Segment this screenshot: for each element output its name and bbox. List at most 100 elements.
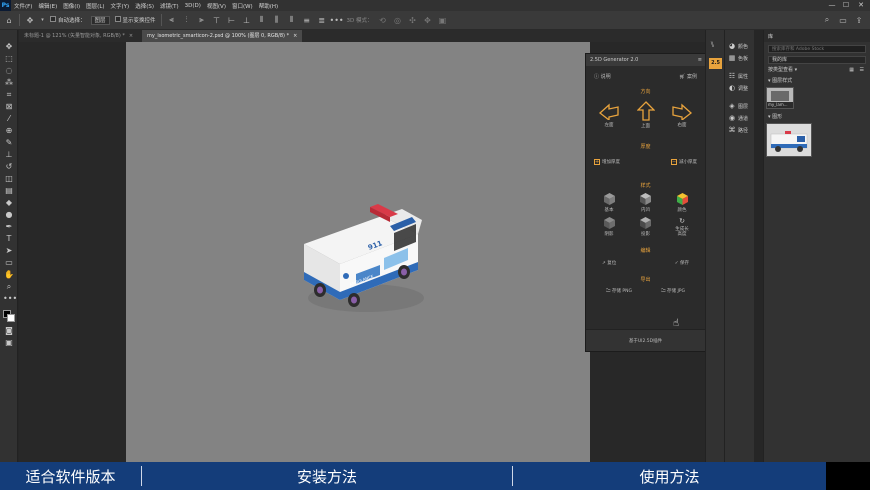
close-window-button[interactable]: ✕	[855, 0, 867, 11]
add-thickness-button[interactable]: + 增加厚度	[594, 159, 620, 165]
paths-panel-button[interactable]: ⌘ 路径	[728, 126, 749, 134]
menu-view[interactable]: 视图(V)	[204, 2, 229, 10]
channels-panel-button[interactable]: ◉ 通道	[728, 114, 748, 122]
more-tools-icon[interactable]: •••	[3, 294, 17, 304]
dodge-tool-icon[interactable]: ●	[3, 210, 15, 220]
lasso-tool-icon[interactable]: ◌	[3, 66, 15, 76]
brush-tool-icon[interactable]: ✎	[3, 138, 15, 148]
adjustments-panel-button[interactable]: ◐ 调整	[728, 84, 748, 92]
align-left-icon[interactable]: ⫷	[167, 15, 177, 25]
left-face-button[interactable]: 左面	[594, 102, 624, 128]
align-center-icon[interactable]: ⫶	[182, 15, 192, 25]
move-tool-icon[interactable]: ✥	[25, 15, 35, 25]
color-panel-button[interactable]: ◕ 颜色	[728, 42, 748, 50]
3d-pan-icon[interactable]: ✣	[408, 15, 418, 25]
history-panel-icon[interactable]: ⑊	[710, 40, 715, 49]
minimize-button[interactable]: —	[826, 0, 838, 11]
libraries-tab[interactable]: 库	[764, 30, 870, 42]
style-generate-button[interactable]: ↻ 生成长 高度	[667, 217, 697, 237]
menu-file[interactable]: 文件(F)	[11, 2, 35, 10]
style-color-button[interactable]: 颜色	[667, 193, 697, 213]
history-brush-icon[interactable]: ↺	[3, 162, 15, 172]
show-transform-checkbox[interactable]: 显示变换控件	[114, 16, 156, 24]
chevron-down-icon[interactable]: ▾	[40, 15, 45, 25]
healing-tool-icon[interactable]: ⊕	[3, 126, 15, 136]
style-shadow-button[interactable]: 阴影	[594, 217, 624, 237]
layer-style-thumbnail[interactable]: my_lam...	[766, 87, 794, 109]
menu-help[interactable]: 帮助(H)	[256, 2, 281, 10]
top-face-button[interactable]: 上面	[631, 101, 661, 129]
menu-layer[interactable]: 图层(L)	[83, 2, 107, 10]
close-icon[interactable]: ×	[293, 33, 297, 39]
pen-tool-icon[interactable]: ✒	[3, 222, 15, 232]
distribute-bottom-icon[interactable]: ≣	[317, 15, 327, 25]
case-button[interactable]: 🛒︎ 案例	[679, 73, 697, 80]
frame-tool-icon[interactable]: ⊠	[3, 102, 15, 112]
sort-by-type-dropdown[interactable]: 按类型查看 ▾ ▦ ☰	[764, 66, 870, 75]
marquee-tool-icon[interactable]: ⬚	[3, 54, 15, 64]
rectangle-tool-icon[interactable]: ▭	[3, 258, 15, 268]
menu-edit[interactable]: 编辑(E)	[35, 2, 60, 10]
style-inner-button[interactable]: 内凹	[631, 193, 661, 213]
align-bottom-icon[interactable]: ⊥	[242, 15, 252, 25]
workspace-icon[interactable]: ▭	[838, 15, 848, 25]
grid-view-icon[interactable]: ▦	[849, 66, 854, 75]
menu-type[interactable]: 文字(Y)	[108, 2, 133, 10]
crop-tool-icon[interactable]: ⌗	[3, 90, 15, 100]
screen-mode-icon[interactable]: ▣	[3, 338, 15, 348]
background-color-swatch[interactable]	[7, 314, 15, 322]
menu-select[interactable]: 选择(S)	[132, 2, 157, 10]
distribute-top-icon[interactable]: ≡	[302, 15, 312, 25]
style-basic-button[interactable]: 基本	[594, 193, 624, 213]
properties-panel-button[interactable]: ☷ 属性	[728, 72, 748, 80]
reset-button[interactable]: ↗ 复位	[602, 260, 616, 266]
eraser-tool-icon[interactable]: ◫	[3, 174, 15, 184]
distribute-left-icon[interactable]: ⫴	[257, 15, 267, 25]
blur-tool-icon[interactable]: ◆	[3, 198, 15, 208]
layer-styles-section-header[interactable]: ▾ 图层样式	[764, 77, 870, 86]
swatches-panel-button[interactable]: ▦ 色板	[728, 54, 748, 62]
type-tool-icon[interactable]: T	[3, 234, 15, 244]
reduce-thickness-button[interactable]: − 减小厚度	[671, 159, 697, 165]
distribute-right-icon[interactable]: ⫴	[287, 15, 297, 25]
menu-image[interactable]: 图像(I)	[60, 2, 83, 10]
panel-menu-icon[interactable]: ≡	[698, 57, 702, 63]
graphics-section-header[interactable]: ▾ 图形	[764, 113, 870, 122]
search-icon[interactable]: ⌕	[822, 15, 832, 25]
menu-3d[interactable]: 3D(D)	[182, 3, 204, 9]
layers-panel-button[interactable]: ◈ 图层	[728, 102, 748, 110]
list-view-icon[interactable]: ☰	[860, 66, 864, 75]
zoom-tool-icon[interactable]: ⌕	[3, 282, 15, 292]
right-face-button[interactable]: 右面	[667, 102, 697, 128]
move-tool-icon[interactable]: ✥	[3, 42, 15, 52]
export-png-button[interactable]: 🗀︎ 存储 PNG	[606, 287, 632, 295]
tab-untitled-1[interactable]: 未标题-1 @ 121% (矢量智能对象, RGB/8) * ×	[19, 30, 142, 42]
eyedropper-tool-icon[interactable]: ⁄	[3, 114, 15, 124]
help-button[interactable]: ⓘ 说明	[594, 73, 611, 80]
path-select-tool-icon[interactable]: ➤	[3, 246, 15, 256]
distribute-center-icon[interactable]: ⫼	[272, 15, 282, 25]
library-select-dropdown[interactable]: 我的库	[768, 56, 866, 64]
home-icon[interactable]: ⌂	[4, 15, 14, 25]
more-options-icon[interactable]: •••	[329, 15, 343, 25]
close-icon[interactable]: ×	[129, 33, 133, 39]
quick-mask-icon[interactable]: ◙	[3, 326, 15, 336]
share-icon[interactable]: ⇪	[854, 15, 864, 25]
layer-select-dropdown[interactable]: 图层	[90, 15, 110, 25]
quick-select-tool-icon[interactable]: ⁂	[3, 78, 15, 88]
graphic-thumbnail-ambulance[interactable]	[766, 123, 812, 157]
menu-filter[interactable]: 滤镜(T)	[157, 2, 182, 10]
3d-orbit-icon[interactable]: ⟲	[378, 15, 388, 25]
tab-my-isometric-smarticon[interactable]: my_isometric_smarticon-2.psd @ 100% (图层 …	[142, 30, 303, 42]
style-projection-button[interactable]: 投影	[631, 217, 661, 237]
3d-slide-icon[interactable]: ✥	[423, 15, 433, 25]
export-jpg-button[interactable]: 🗀︎ 存储 JPG	[661, 287, 685, 295]
align-top-icon[interactable]: ⊤	[212, 15, 222, 25]
hand-tool-icon[interactable]: ✋	[3, 270, 15, 280]
menu-window[interactable]: 窗口(W)	[229, 2, 256, 10]
3d-roll-icon[interactable]: ◎	[393, 15, 403, 25]
gradient-tool-icon[interactable]: ▤	[3, 186, 15, 196]
align-middle-icon[interactable]: ⊢	[227, 15, 237, 25]
3d-scale-icon[interactable]: ▣	[438, 15, 448, 25]
align-right-icon[interactable]: ⫸	[197, 15, 207, 25]
